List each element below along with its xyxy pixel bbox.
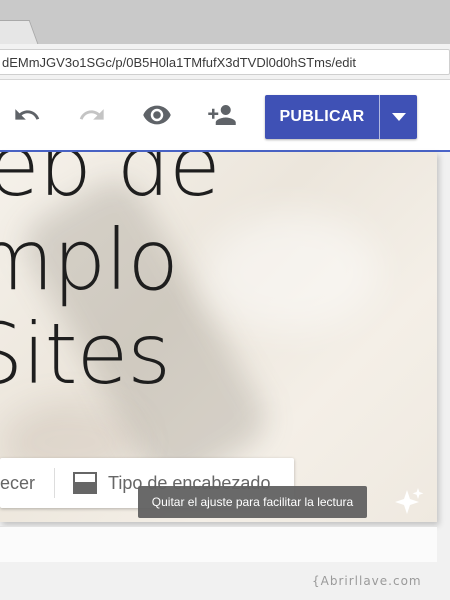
redo-icon[interactable] <box>77 100 107 130</box>
url-text: dEMmJGV3o1SGc/p/0B5H0la1TMfufX3dTVDl0d0h… <box>2 55 357 70</box>
header-section[interactable]: eb de mplo Sites ecer Tipo de encabezado… <box>0 152 437 522</box>
browser-tab-strip <box>0 0 450 44</box>
address-bar: dEMmJGV3o1SGc/p/0B5H0la1TMfufX3dTVDl0d0h… <box>0 44 450 80</box>
sparkle-icon[interactable] <box>393 486 425 518</box>
undo-icon[interactable] <box>12 100 42 130</box>
site-title-line-2[interactable]: mplo <box>0 214 179 306</box>
site-title-line-3[interactable]: Sites <box>0 308 171 400</box>
header-layout-icon <box>73 472 97 494</box>
page-canvas: eb de mplo Sites ecer Tipo de encabezado… <box>0 152 450 600</box>
readability-tooltip: Quitar el ajuste para facilitar la lectu… <box>138 486 367 518</box>
eye-icon[interactable] <box>142 100 172 130</box>
url-field[interactable]: dEMmJGV3o1SGc/p/0B5H0la1TMfufX3dTVDl0d0h… <box>0 49 450 75</box>
browser-tab[interactable] <box>0 20 39 44</box>
editor-toolbar: PUBLICAR <box>0 80 450 152</box>
publish-dropdown-button[interactable] <box>380 95 417 139</box>
next-section-area <box>0 526 437 562</box>
reset-header-button[interactable]: ecer <box>0 473 35 494</box>
tools-divider <box>54 468 55 498</box>
caret-down-icon <box>391 113 406 121</box>
publish-button-group: PUBLICAR <box>265 95 417 139</box>
publish-button[interactable]: PUBLICAR <box>265 95 380 139</box>
add-person-icon[interactable] <box>207 100 237 130</box>
watermark: {Abrirllave.com <box>312 574 422 588</box>
header-background-highlight <box>200 212 380 332</box>
site-title-line-1[interactable]: eb de <box>0 152 221 212</box>
